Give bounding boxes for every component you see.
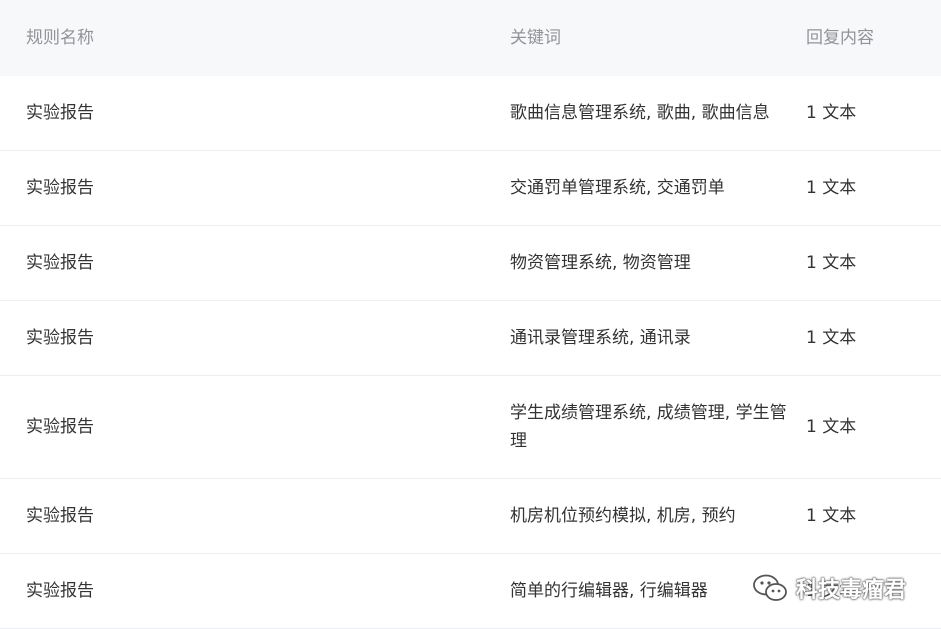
table-row[interactable]: 实验报告 机房机位预约模拟, 机房, 预约 1 文本 xyxy=(0,479,941,554)
keywords-cell: 简单的行编辑器, 行编辑器 xyxy=(510,581,708,601)
table-row[interactable]: 实验报告 歌曲信息管理系统, 歌曲, 歌曲信息 1 文本 xyxy=(0,76,941,151)
reply-cell: 1 文本 xyxy=(806,328,857,348)
reply-cell: 1 文本 xyxy=(806,581,857,601)
keywords-cell: 通讯录管理系统, 通讯录 xyxy=(510,328,691,348)
reply-cell: 1 文本 xyxy=(806,506,857,526)
reply-cell: 1 文本 xyxy=(806,178,857,198)
rule-name-cell: 实验报告 xyxy=(26,417,94,437)
keywords-cell: 交通罚单管理系统, 交通罚单 xyxy=(510,178,725,198)
rule-name-cell: 实验报告 xyxy=(26,253,94,273)
rule-name-cell: 实验报告 xyxy=(26,581,94,601)
rule-name-cell: 实验报告 xyxy=(26,103,94,123)
reply-cell: 1 文本 xyxy=(806,417,857,437)
rule-name-cell: 实验报告 xyxy=(26,178,94,198)
rule-name-cell: 实验报告 xyxy=(26,506,94,526)
rule-name-cell: 实验报告 xyxy=(26,328,94,348)
table-row[interactable]: 实验报告 学生成绩管理系统, 成绩管理, 学生管理 1 文本 xyxy=(0,376,941,479)
keywords-cell: 物资管理系统, 物资管理 xyxy=(510,253,691,273)
header-keywords: 关键词 xyxy=(510,28,561,48)
table-row[interactable]: 实验报告 物资管理系统, 物资管理 1 文本 xyxy=(0,226,941,301)
table-header: 规则名称 关键词 回复内容 xyxy=(0,0,941,76)
table-row[interactable]: 实验报告 通讯录管理系统, 通讯录 1 文本 xyxy=(0,301,941,376)
table-row[interactable]: 实验报告 简单的行编辑器, 行编辑器 1 文本 xyxy=(0,554,941,629)
rules-table: 规则名称 关键词 回复内容 实验报告 歌曲信息管理系统, 歌曲, 歌曲信息 1 … xyxy=(0,0,941,629)
table-row[interactable]: 实验报告 交通罚单管理系统, 交通罚单 1 文本 xyxy=(0,151,941,226)
keywords-cell: 机房机位预约模拟, 机房, 预约 xyxy=(510,506,736,526)
reply-cell: 1 文本 xyxy=(806,253,857,273)
keywords-cell: 学生成绩管理系统, 成绩管理, 学生管理 xyxy=(510,403,787,451)
keywords-cell: 歌曲信息管理系统, 歌曲, 歌曲信息 xyxy=(510,103,770,123)
header-rule-name: 规则名称 xyxy=(26,28,94,48)
header-reply-content: 回复内容 xyxy=(806,28,874,48)
reply-cell: 1 文本 xyxy=(806,103,857,123)
